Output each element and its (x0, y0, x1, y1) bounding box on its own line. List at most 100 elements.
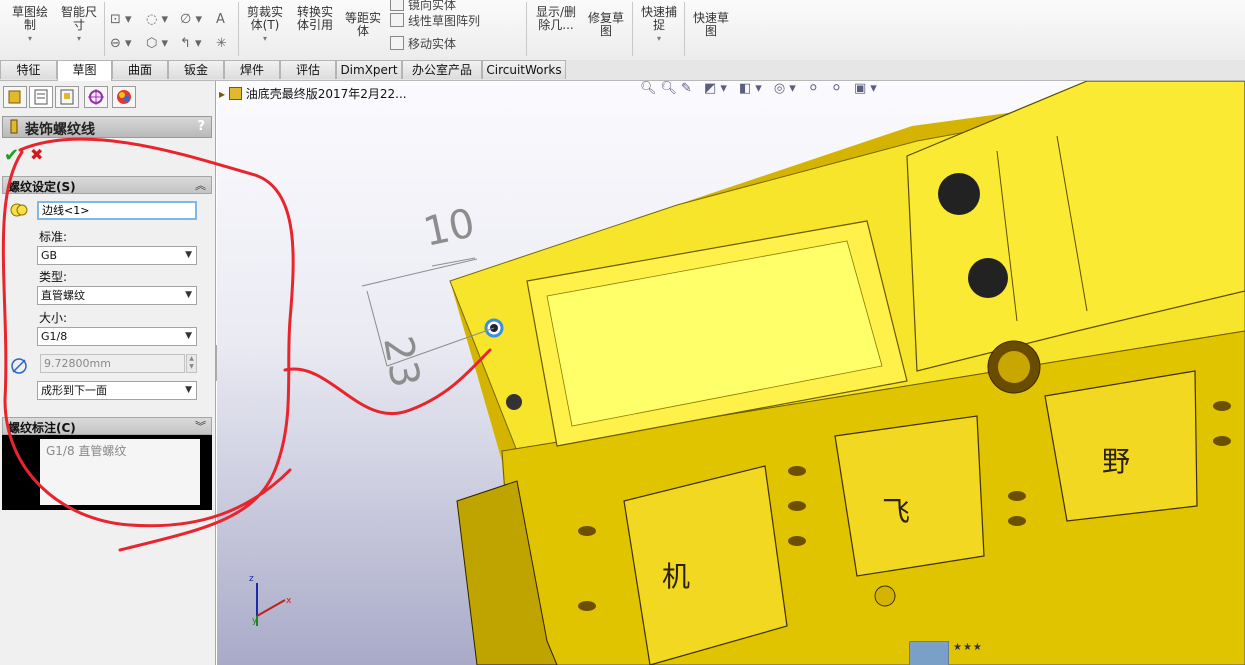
thread-settings-header[interactable]: 螺纹设定(S) ︽ (2, 176, 212, 194)
feature-manager-tab[interactable] (3, 86, 27, 108)
move-label: 移动实体 (408, 37, 457, 51)
repair-sketch-button[interactable]: 修复草 图 (584, 12, 628, 38)
standard-label: 标准: (39, 230, 68, 244)
rapid-sketch-button[interactable]: 快速草 图 (688, 12, 734, 38)
configuration-icon (60, 89, 74, 105)
raised-pad (834, 415, 985, 577)
threaded-hole-inner (998, 351, 1030, 383)
chevron-down-icon: ▼ (185, 250, 192, 260)
property-manager-tab[interactable] (29, 86, 53, 108)
text-tool-icon[interactable]: A (216, 12, 225, 27)
hole (938, 173, 980, 215)
sketch-label: 草图绘 制 (11, 5, 48, 32)
fillet-icon[interactable]: ↰ ▾ (180, 36, 202, 51)
sketch-button[interactable]: 草图绘 制 ▾ (6, 6, 54, 45)
property-icon (34, 89, 48, 105)
hole (788, 536, 806, 546)
hole (578, 601, 596, 611)
dimension-text[interactable]: 23 (374, 333, 428, 391)
diameter-spinner[interactable]: ▲ ▼ (186, 354, 197, 373)
show-delete-relations-button[interactable]: 显示/删 除几... (532, 6, 580, 32)
quick-snaps-button[interactable]: 快速捕 捉 ▾ (636, 6, 682, 45)
hole (968, 258, 1008, 298)
tab-dimxpert[interactable]: DimXpert (336, 60, 402, 79)
ribbon-divider (238, 2, 239, 56)
point-icon[interactable]: ✳ (216, 36, 227, 51)
axis-label-x: x (286, 596, 292, 606)
spline-icon[interactable]: ∅ ▾ (180, 12, 202, 27)
edge-selection-icon (10, 203, 28, 217)
display-manager-tab[interactable] (112, 86, 136, 108)
raised-pad (1044, 370, 1198, 522)
tab-evaluate[interactable]: 评估 (280, 60, 336, 79)
tab-office-products[interactable]: 办公室产品 (402, 60, 482, 79)
linear-pattern-button[interactable]: 线性草图阵列 (390, 12, 480, 29)
mirror-label: 镜向实体 (408, 0, 457, 12)
heads-up-view-toolbar[interactable]: 🔍︎🔍︎✎ ◩▾ ◧▾ ◎▾ ⚪ ⚪ ▣▾ (640, 81, 881, 96)
size-label: 大小: (39, 311, 68, 325)
hole (1213, 436, 1231, 446)
end-condition-select[interactable]: 成形到下一面 ▼ (37, 381, 197, 400)
section-title: 螺纹设定(S) (8, 180, 76, 194)
command-manager-tabs: 特征 草图 曲面 钣金 焊件 评估 DimXpert 办公室产品 Circuit… (0, 60, 1245, 81)
rating-stars: ★★★ (953, 642, 983, 653)
thread-callout-header[interactable]: 螺纹标注(C) ︾ (2, 417, 212, 435)
chevron-down-icon: ▾ (27, 34, 32, 43)
chevron-down-icon: ▾ (76, 34, 81, 43)
thread-callout-text[interactable]: G1/8 直管螺纹 (40, 439, 200, 505)
diameter-field[interactable]: 9.72800mm (40, 354, 185, 373)
trim-label: 剪裁实 体(T) (246, 5, 283, 32)
chevron-down-icon: ▼ (185, 290, 192, 300)
ribbon-divider (104, 2, 105, 56)
feature-tree-root[interactable]: ▸ 油底壳最终版2017年2月22... (219, 85, 407, 102)
type-select[interactable]: 直管螺纹 ▼ (37, 286, 197, 305)
collapse-icon[interactable]: ︾ (195, 418, 206, 434)
smart-dimension-button[interactable]: 智能尺 寸 ▾ (56, 6, 102, 45)
dimxpert-manager-tab[interactable] (84, 86, 108, 108)
rectangle-icon[interactable]: ⊡ ▾ (110, 12, 132, 27)
end-condition-value: 成形到下一面 (41, 384, 107, 397)
crosshair-icon (88, 89, 104, 105)
appearance-icon (117, 90, 131, 104)
cancel-button[interactable]: ✖ (30, 145, 43, 164)
collapse-icon[interactable]: ︽ (195, 177, 206, 193)
ok-button[interactable]: ✔ (4, 145, 19, 166)
tab-weldments[interactable]: 焊件 (224, 60, 280, 79)
dimension-text[interactable]: 10 (420, 200, 479, 256)
chevron-down-icon: ▾ (262, 34, 267, 43)
part-name: 油底壳最终版2017年2月22... (245, 87, 407, 101)
tab-surfaces[interactable]: 曲面 (112, 60, 168, 79)
tab-circuitworks[interactable]: CircuitWorks (482, 60, 566, 79)
ribbon-divider (526, 2, 527, 56)
linear-pattern-label: 线性草图阵列 (408, 14, 481, 28)
convert-entities-button[interactable]: 转换实 体引用 (290, 6, 340, 32)
expand-icon[interactable]: ▸ (219, 87, 225, 101)
ribbon-divider (632, 2, 633, 56)
slot-icon[interactable]: ⊖ ▾ (110, 36, 132, 51)
trim-entities-button[interactable]: 剪裁实 体(T) ▾ (242, 6, 288, 45)
hole (1008, 491, 1026, 501)
standard-select[interactable]: GB ▼ (37, 246, 197, 265)
arc-icon[interactable]: ◌ ▾ (146, 12, 168, 27)
repair-label: 修复草 图 (587, 11, 624, 38)
tab-sheet-metal[interactable]: 钣金 (168, 60, 224, 79)
hole (788, 501, 806, 511)
diameter-icon (11, 358, 27, 374)
tab-sketch[interactable]: 草图 (57, 60, 112, 81)
size-select[interactable]: G1/8 ▼ (37, 327, 197, 346)
tab-features[interactable]: 特征 (0, 60, 57, 79)
show-delete-label: 显示/删 除几... (535, 5, 577, 32)
edge-selection-field[interactable]: 边线<1> (37, 201, 197, 220)
configuration-manager-tab[interactable] (55, 86, 79, 108)
graphics-viewport[interactable]: 机 飞 野 10 23 z x y 🔍︎🔍︎✎ ◩▾ ◧▾ ◎▾ ⚪ ⚪ ▣▾ … (217, 81, 1245, 665)
hole (788, 466, 806, 476)
hole (1008, 516, 1026, 526)
help-icon[interactable]: ? (197, 119, 205, 134)
hole (1213, 401, 1231, 411)
type-value: 直管螺纹 (41, 289, 85, 302)
move-entities-button[interactable]: 移动实体 (390, 35, 456, 52)
section-title: 螺纹标注(C) (8, 421, 76, 435)
type-label: 类型: (39, 270, 68, 284)
polygon-icon[interactable]: ⬡ ▾ (146, 36, 168, 51)
offset-entities-button[interactable]: 等距实 体 (342, 12, 384, 38)
